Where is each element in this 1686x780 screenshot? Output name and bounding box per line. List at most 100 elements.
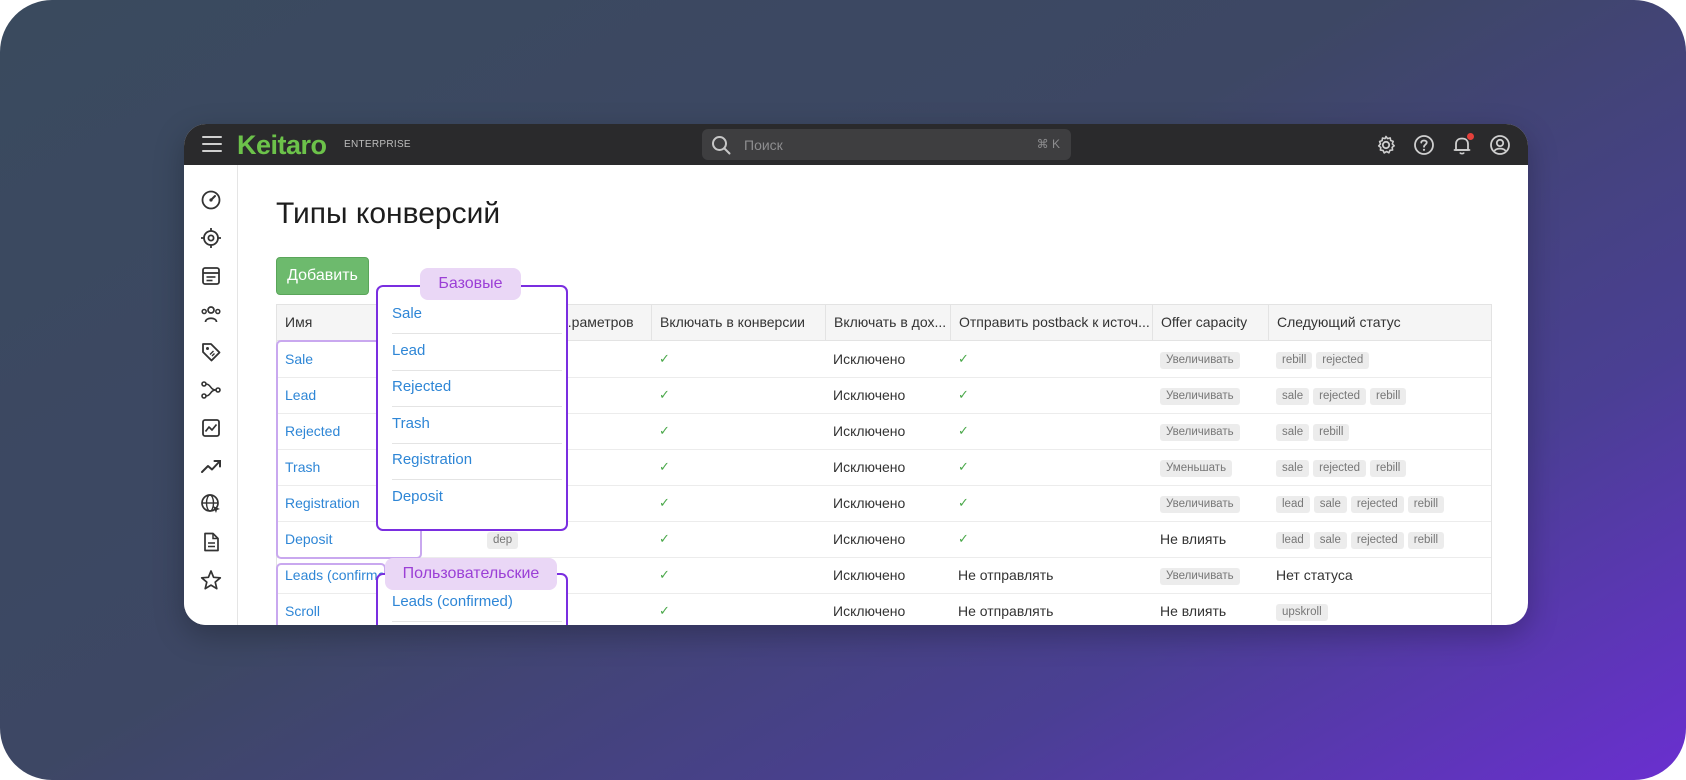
offer-capacity-cell: Уменьшать <box>1152 449 1268 485</box>
settings-icon[interactable] <box>1375 134 1397 156</box>
include-income-value: Исключено <box>833 495 906 511</box>
top-bar: Keitaro ENTERPRISE ⌘ K <box>184 124 1528 165</box>
offer-capacity-cell: Увеличивать <box>1152 485 1268 521</box>
background-stage: Keitaro ENTERPRISE ⌘ K <box>0 0 1686 780</box>
include-conversions-check: ✓ <box>659 603 670 618</box>
search-input[interactable] <box>742 134 1006 156</box>
custom-names-highlight <box>276 563 386 625</box>
offer-capacity-cell: Не влиять <box>1160 603 1227 619</box>
postback-value: ✓ <box>958 387 969 402</box>
include-income-value: Исключено <box>833 351 906 367</box>
capacity-chip: Увеличивать <box>1160 567 1240 585</box>
tag-icon[interactable] <box>200 341 222 363</box>
logo: Keitaro <box>237 130 327 160</box>
column-header-postback[interactable]: Отправить postback к источ... <box>950 305 1152 340</box>
status-chip: upskroll <box>1276 603 1328 621</box>
account-icon[interactable] <box>1489 134 1511 156</box>
offer-capacity-cell: Увеличивать <box>1152 557 1268 593</box>
popup-item[interactable]: Lead <box>392 332 562 371</box>
dashboard-icon[interactable] <box>200 189 222 211</box>
users-icon[interactable] <box>200 303 222 325</box>
next-status-cell: rebill rejected <box>1268 341 1491 377</box>
next-status-cell: Нет статуса <box>1276 567 1353 583</box>
popup-item[interactable]: Scroll <box>392 620 562 626</box>
next-status-cell: sale rebill <box>1268 413 1491 449</box>
globe-icon[interactable] <box>200 493 222 515</box>
popup-item[interactable]: Registration <box>392 441 562 480</box>
status-chip: rebill <box>1370 387 1407 405</box>
column-header-next-status[interactable]: Следующий статус <box>1268 305 1491 340</box>
add-button[interactable]: Добавить <box>276 257 369 295</box>
capacity-chip: Уменьшать <box>1160 459 1233 477</box>
popup-item[interactable]: Deposit <box>392 478 562 516</box>
next-status-cell: lead sale rejected rebill <box>1268 521 1491 557</box>
basic-types-label: Базовые <box>420 268 521 300</box>
next-status-cell: sale rejected rebill <box>1268 449 1491 485</box>
app-window: Keitaro ENTERPRISE ⌘ K <box>184 124 1528 625</box>
next-status-cell: upskroll <box>1268 593 1491 625</box>
include-conversions-check: ✓ <box>659 459 670 474</box>
include-income-value: Исключено <box>833 567 906 583</box>
status-chip: rejected <box>1313 387 1367 405</box>
include-conversions-check: ✓ <box>659 531 670 546</box>
status-chip: sale <box>1313 531 1347 549</box>
include-conversions-check: ✓ <box>659 495 670 510</box>
basic-types-popup: Sale Lead Rejected Trash Registration Deposit <box>376 285 568 531</box>
status-chip: rejected <box>1350 495 1404 513</box>
status-chip: rejected <box>1350 531 1404 549</box>
offer-capacity-cell: Увеличивать <box>1152 377 1268 413</box>
column-header-include-conversions[interactable]: Включать в конверсии <box>651 305 825 340</box>
offer-capacity-cell: Не влиять <box>1160 531 1227 547</box>
column-header-offer-capacity[interactable]: Offer capacity <box>1152 305 1268 340</box>
flows-icon[interactable] <box>200 379 222 401</box>
search-shortcut: ⌘ K <box>1036 137 1060 151</box>
help-icon[interactable] <box>1413 134 1435 156</box>
include-income-value: Исключено <box>833 531 906 547</box>
status-chip: lead <box>1276 531 1310 549</box>
document-icon[interactable] <box>200 531 222 553</box>
capacity-chip: Увеличивать <box>1160 423 1240 441</box>
include-conversions-check: ✓ <box>659 351 670 366</box>
status-chip: lead <box>1276 495 1310 513</box>
column-header-include-income[interactable]: Включать в дох... <box>825 305 950 340</box>
postback-value: ✓ <box>958 459 969 474</box>
bell-icon[interactable] <box>1451 133 1474 156</box>
status-chip: rejected <box>1313 459 1367 477</box>
target-icon[interactable] <box>200 227 222 249</box>
page-title: Типы конверсий <box>276 197 501 230</box>
include-income-value: Исключено <box>833 423 906 439</box>
status-chip: sale <box>1276 423 1310 441</box>
notification-dot <box>1467 133 1474 140</box>
include-conversions-check: ✓ <box>659 567 670 582</box>
popup-item[interactable]: Rejected <box>392 368 562 407</box>
next-status-cell: sale rejected rebill <box>1268 377 1491 413</box>
next-status-cell: lead sale rejected rebill <box>1268 485 1491 521</box>
postback-value: ✓ <box>958 531 969 546</box>
postback-value: ✓ <box>958 423 969 438</box>
search-icon <box>712 136 731 155</box>
capacity-chip: Увеличивать <box>1160 387 1240 405</box>
offer-capacity-cell: Увеличивать <box>1152 413 1268 449</box>
capacity-chip: Увеличивать <box>1160 495 1240 513</box>
param-chip: dep <box>487 531 519 549</box>
status-chip: rebill <box>1276 351 1313 369</box>
popup-item[interactable]: Trash <box>392 405 562 444</box>
campaigns-icon[interactable] <box>200 265 222 287</box>
trends-icon[interactable] <box>200 455 222 477</box>
capacity-chip: Увеличивать <box>1160 351 1240 369</box>
postback-value: ✓ <box>958 351 969 366</box>
edition-label: ENTERPRISE <box>344 139 411 150</box>
sidebar <box>184 165 238 625</box>
include-conversions-check: ✓ <box>659 387 670 402</box>
status-chip: sale <box>1276 387 1310 405</box>
status-chip: sale <box>1276 459 1310 477</box>
popup-item[interactable]: Sale <box>392 295 562 334</box>
star-icon[interactable] <box>200 569 222 591</box>
custom-types-label: Пользовательские <box>385 558 557 590</box>
postback-value: Не отправлять <box>958 567 1054 583</box>
menu-icon[interactable] <box>202 136 222 152</box>
reports-icon[interactable] <box>200 417 222 439</box>
postback-value: Не отправлять <box>958 603 1054 619</box>
search-box[interactable]: ⌘ K <box>702 129 1071 160</box>
status-chip: sale <box>1313 495 1347 513</box>
